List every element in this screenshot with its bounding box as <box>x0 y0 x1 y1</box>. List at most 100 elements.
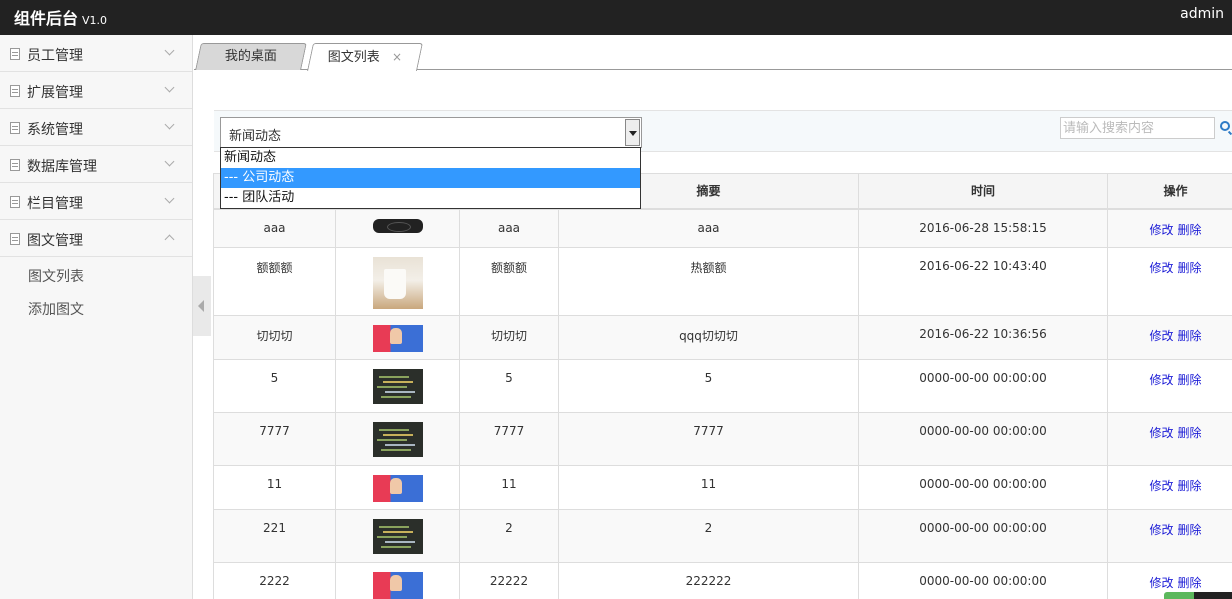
cell-name: 11 <box>459 465 559 510</box>
thumbnail-image <box>372 257 423 309</box>
cell-actions: 修改 删除 <box>1107 465 1232 510</box>
cell-summary: 7777 <box>558 412 859 466</box>
sidebar-menu: 员工管理 扩展管理 系统管理 数据库管理 栏目管理 图文管理 <box>0 35 192 257</box>
cell-summary: 热额额 <box>558 247 859 316</box>
sidebar-item-label: 数据库管理 <box>27 159 97 175</box>
cell-title: aaa <box>213 208 336 248</box>
edit-link[interactable]: 修改 <box>1149 576 1173 590</box>
document-icon <box>10 122 20 134</box>
top-bar: 组件后台 V1.0 admin <box>0 0 1232 35</box>
column-header-actions: 操作 <box>1107 173 1232 210</box>
cell-name: 2 <box>459 509 559 563</box>
search-input[interactable] <box>1060 117 1215 139</box>
cell-name: 切切切 <box>459 315 559 360</box>
sidebar-item-extension[interactable]: 扩展管理 <box>0 72 192 109</box>
delete-link[interactable]: 删除 <box>1178 426 1202 440</box>
edit-link[interactable]: 修改 <box>1149 223 1173 237</box>
cell-summary: 5 <box>558 359 859 413</box>
cell-actions: 修改 删除 <box>1107 509 1232 563</box>
chevron-down-icon <box>164 45 175 56</box>
cell-title: 切切切 <box>213 315 336 360</box>
cell-time: 2016-06-28 15:58:15 <box>858 208 1108 248</box>
edit-link[interactable]: 修改 <box>1149 329 1173 343</box>
floating-toolbar[interactable] <box>1164 592 1232 599</box>
edit-link[interactable]: 修改 <box>1149 523 1173 537</box>
cell-actions: 修改 删除 <box>1107 412 1232 466</box>
dropdown-option-selected[interactable]: --- 公司动态 <box>221 168 640 188</box>
filter-bar: 新闻动态 <box>214 110 1232 152</box>
thumbnail-image <box>372 422 423 457</box>
article-table-container: 摘要 时间 操作 aaa aaa aaa 2016-06-28 15:58:15… <box>213 173 1232 599</box>
delete-link[interactable]: 删除 <box>1178 223 1202 237</box>
thumbnail-image <box>372 218 423 233</box>
thumbnail-image <box>372 325 423 352</box>
delete-link[interactable]: 删除 <box>1178 329 1202 343</box>
cell-title: 2222 <box>213 562 336 599</box>
tab-bar: 我的桌面 图文列表 × <box>194 35 1232 71</box>
cell-time: 0000-00-00 00:00:00 <box>858 465 1108 510</box>
close-icon[interactable]: × <box>392 44 402 70</box>
cell-name: 7777 <box>459 412 559 466</box>
delete-link[interactable]: 删除 <box>1178 261 1202 275</box>
delete-link[interactable]: 删除 <box>1178 576 1202 590</box>
table-row: 7777 7777 7777 0000-00-00 00:00:00 修改 删除 <box>213 412 1232 466</box>
sidebar-subitem-add-article[interactable]: 添加图文 <box>0 294 192 327</box>
table-row: 额额额 额额额 热额额 2016-06-22 10:43:40 修改 删除 <box>213 247 1232 316</box>
caret-down-icon[interactable] <box>625 119 640 146</box>
delete-link[interactable]: 删除 <box>1178 373 1202 387</box>
cell-title: 5 <box>213 359 336 413</box>
edit-link[interactable]: 修改 <box>1149 261 1173 275</box>
table-row: 2222 22222 222222 0000-00-00 00:00:00 修改… <box>213 562 1232 599</box>
chevron-down-icon <box>164 82 175 93</box>
sidebar-item-system[interactable]: 系统管理 <box>0 109 192 146</box>
sidebar-item-label: 扩展管理 <box>27 85 83 101</box>
cell-summary: 222222 <box>558 562 859 599</box>
category-select[interactable]: 新闻动态 <box>220 117 642 148</box>
cell-image <box>335 208 460 248</box>
sidebar-collapse-handle[interactable] <box>193 276 211 336</box>
thumbnail-image <box>372 519 423 554</box>
cell-image <box>335 465 460 510</box>
cell-image <box>335 509 460 563</box>
dropdown-option[interactable]: 新闻动态 <box>221 148 640 168</box>
cell-title: 7777 <box>213 412 336 466</box>
cell-image <box>335 562 460 599</box>
sidebar-item-staff[interactable]: 员工管理 <box>0 35 192 72</box>
edit-link[interactable]: 修改 <box>1149 426 1173 440</box>
table-row: 5 5 5 0000-00-00 00:00:00 修改 删除 <box>213 359 1232 413</box>
add-icon[interactable] <box>1164 592 1194 599</box>
cell-time: 0000-00-00 00:00:00 <box>858 412 1108 466</box>
edit-link[interactable]: 修改 <box>1149 373 1173 387</box>
sidebar-item-articles[interactable]: 图文管理 <box>0 220 192 257</box>
cell-actions: 修改 删除 <box>1107 247 1232 316</box>
cell-title: 额额额 <box>213 247 336 316</box>
cell-time: 0000-00-00 00:00:00 <box>858 562 1108 599</box>
cell-name: 5 <box>459 359 559 413</box>
cell-time: 2016-06-22 10:36:56 <box>858 315 1108 360</box>
sidebar-item-label: 栏目管理 <box>27 196 83 212</box>
tab-label: 图文列表 <box>327 50 380 65</box>
cell-summary: aaa <box>558 208 859 248</box>
category-dropdown: 新闻动态 --- 公司动态 --- 团队活动 <box>220 147 641 209</box>
edit-link[interactable]: 修改 <box>1149 479 1173 493</box>
dropdown-option[interactable]: --- 团队活动 <box>221 188 640 208</box>
thumbnail-image <box>372 369 423 404</box>
tab-home[interactable]: 我的桌面 <box>195 43 307 70</box>
tab-article-list[interactable]: 图文列表 × <box>307 43 423 71</box>
sidebar-item-columns[interactable]: 栏目管理 <box>0 183 192 220</box>
chevron-down-icon <box>164 156 175 167</box>
search-icon[interactable] <box>1220 121 1230 131</box>
cell-title: 11 <box>213 465 336 510</box>
cell-summary: 2 <box>558 509 859 563</box>
sidebar-item-database[interactable]: 数据库管理 <box>0 146 192 183</box>
delete-link[interactable]: 删除 <box>1178 479 1202 493</box>
cell-name: 额额额 <box>459 247 559 316</box>
thumbnail-image <box>372 572 423 599</box>
app-brand[interactable]: 组件后台 V1.0 <box>14 5 107 29</box>
sidebar-subitem-article-list[interactable]: 图文列表 <box>0 261 192 294</box>
cell-actions: 修改 删除 <box>1107 208 1232 248</box>
cell-image <box>335 412 460 466</box>
delete-link[interactable]: 删除 <box>1178 523 1202 537</box>
user-menu[interactable]: admin <box>1180 6 1224 22</box>
tab-label: 我的桌面 <box>224 49 277 64</box>
